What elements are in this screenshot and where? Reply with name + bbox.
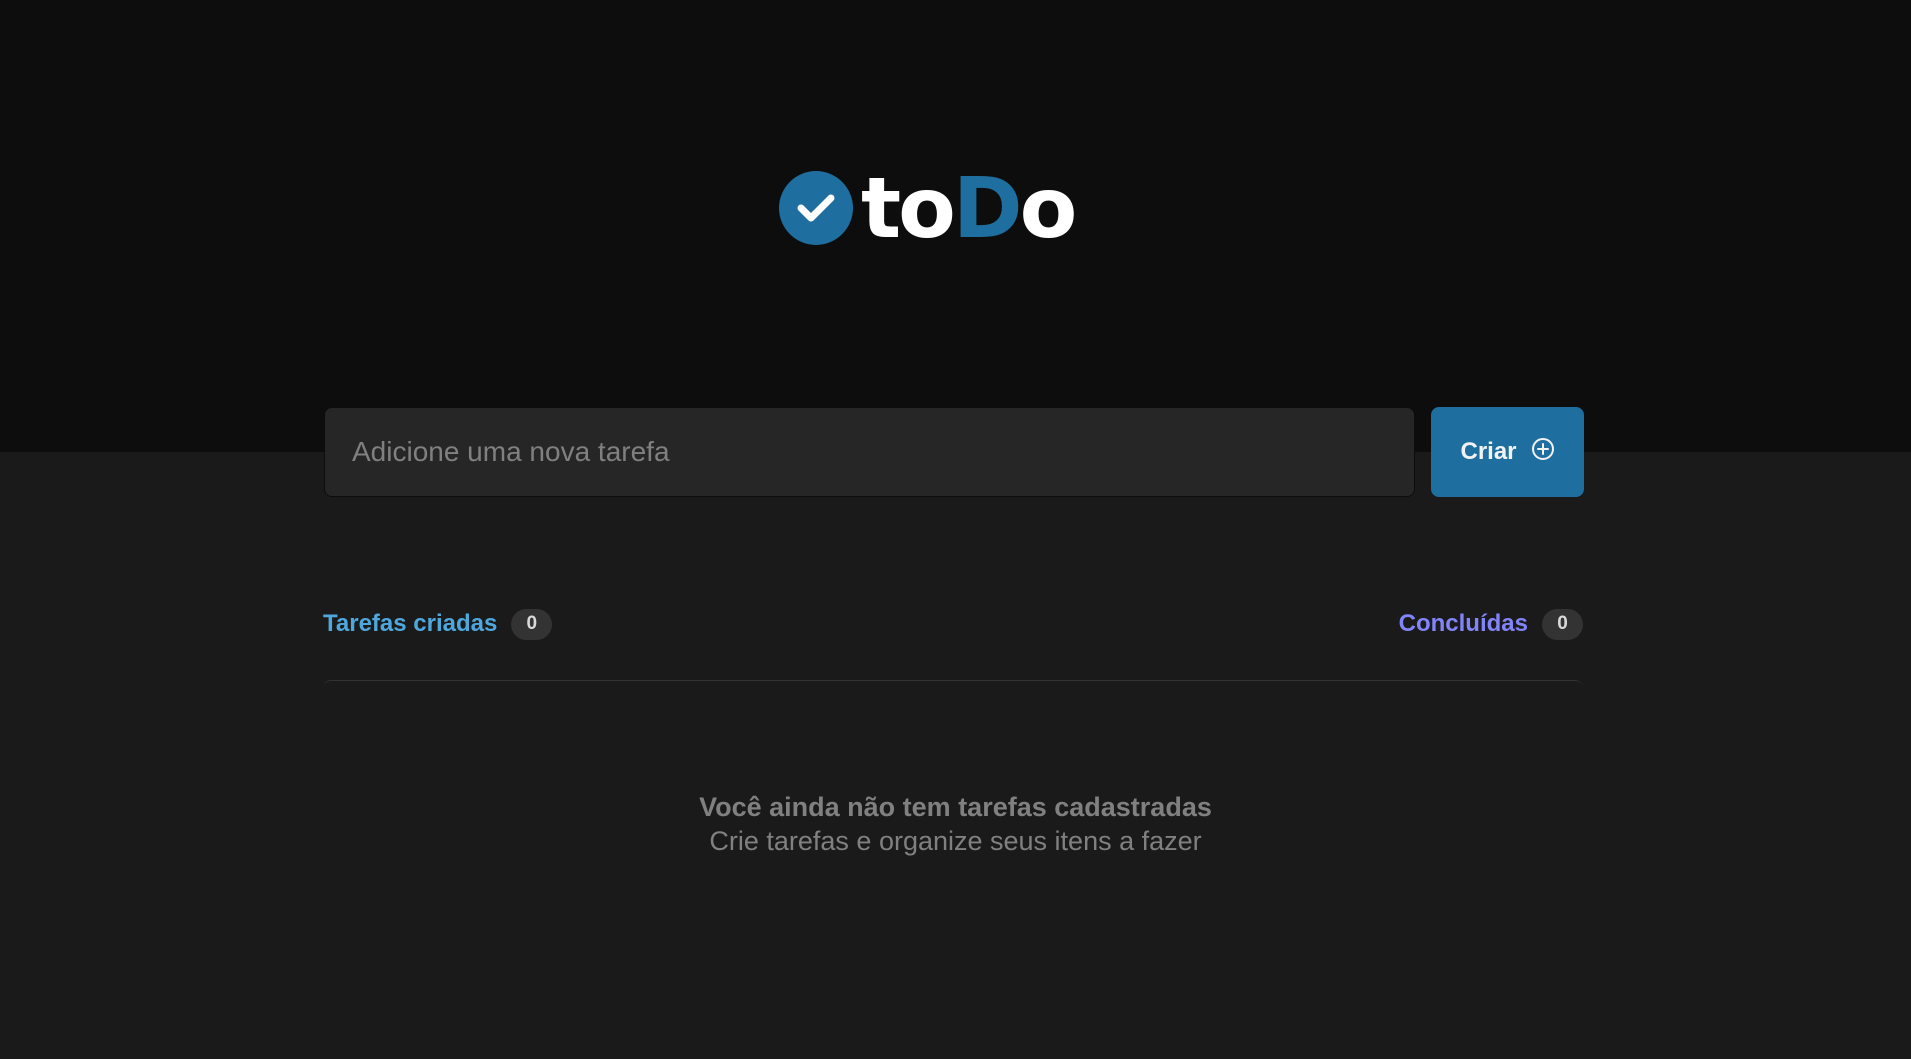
logo-text-o: o [1019, 159, 1078, 257]
logo: to D o [779, 159, 1078, 257]
new-task-form: Criar [324, 407, 1584, 497]
logo-wordmark: to D o [861, 159, 1078, 257]
done-tasks-summary: Concluídas 0 [1398, 608, 1583, 640]
header: to D o [0, 0, 1911, 452]
created-tasks-label: Tarefas criadas [323, 610, 498, 637]
task-list-divider [323, 680, 1583, 690]
empty-state-title: Você ainda não tem tarefas cadastradas [699, 792, 1212, 822]
created-tasks-count: 0 [511, 608, 553, 640]
done-tasks-label: Concluídas [1398, 610, 1528, 637]
created-tasks-summary: Tarefas criadas 0 [323, 608, 553, 640]
create-button[interactable]: Criar [1431, 407, 1584, 497]
empty-state-subtitle: Crie tarefas e organize seus itens a faz… [709, 826, 1202, 856]
logo-text-d: D [952, 159, 1023, 257]
check-circle-icon [779, 171, 853, 245]
create-button-label: Criar [1460, 438, 1517, 465]
empty-state: Você ainda não tem tarefas cadastradas C… [0, 790, 1911, 858]
task-summary: Tarefas criadas 0 Concluídas 0 [323, 608, 1583, 640]
plus-circle-icon [1531, 437, 1555, 468]
done-tasks-count: 0 [1542, 608, 1583, 640]
logo-text-to: to [861, 159, 956, 257]
new-task-input[interactable] [324, 407, 1415, 497]
